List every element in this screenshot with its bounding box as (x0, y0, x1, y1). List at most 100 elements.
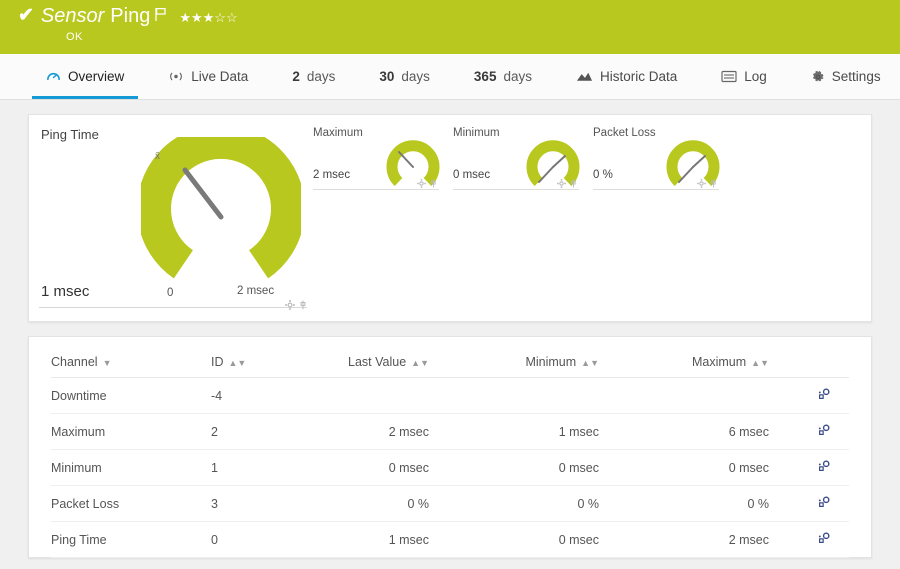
mini-gauge-maximum[interactable]: Maximum 2 msec (313, 127, 453, 193)
table-row[interactable]: Ping Time 0 1 msec 0 msec 2 msec (51, 522, 849, 558)
table-row[interactable]: Minimum 1 0 msec 0 msec 0 msec (51, 450, 849, 486)
column-header-id-label: ID (211, 355, 224, 369)
tab-30-days-value: 30 (379, 69, 394, 84)
sort-both-icon: ▲▼ (581, 358, 599, 368)
main-gauge[interactable]: x̄ (141, 137, 301, 302)
status-badge: OK (66, 31, 900, 43)
cell-maximum: 2 msec (641, 522, 811, 558)
cell-minimum: 0 % (471, 486, 641, 522)
table-row[interactable]: Downtime -4 (51, 378, 849, 414)
star-empty: ☆ (226, 10, 238, 25)
tab-historic-data-label: Historic Data (600, 69, 677, 84)
cell-id: 3 (211, 486, 311, 522)
status-check-icon: ✔ (18, 6, 34, 25)
channels-table: Channel▼ ID ▲▼ Last Value▲▼ Minimum ▲▼ Max… (51, 337, 849, 558)
tab-2-days[interactable]: 2 days (270, 54, 357, 99)
cell-last-value: 0 msec (311, 450, 471, 486)
cell-last-value: 2 msec (311, 414, 471, 450)
tab-bar: Overview Live Data 2 days 30 days 365 da… (0, 54, 900, 100)
cell-channel: Ping Time (51, 522, 211, 558)
table-row[interactable]: Packet Loss 3 0 % 0 % 0 % (51, 486, 849, 522)
cell-maximum (641, 378, 811, 414)
cell-actions[interactable] (811, 414, 849, 450)
broadcast-icon (168, 70, 184, 83)
gear-icon (811, 70, 825, 84)
sensor-rating[interactable]: ★★★☆☆ (179, 9, 237, 27)
mini-gauge-packet-loss[interactable]: Packet Loss 0 % (593, 127, 733, 193)
mean-marker-label: x̄ (155, 151, 160, 162)
sensor-type-label: Sensor (41, 6, 104, 27)
mini-gauge-packet-loss-title: Packet Loss (593, 127, 733, 139)
pin-icon[interactable] (569, 175, 578, 193)
column-header-last-value[interactable]: Last Value▲▼ (311, 337, 471, 378)
cell-id: 0 (211, 522, 311, 558)
mini-gauge-packet-loss-value: 0 % (593, 169, 613, 181)
cell-actions[interactable] (811, 450, 849, 486)
tab-historic-data[interactable]: Historic Data (554, 54, 699, 99)
cell-minimum: 1 msec (471, 414, 641, 450)
tab-30-days[interactable]: 30 days (357, 54, 452, 99)
column-header-maximum-label: Maximum (692, 355, 746, 369)
table-row[interactable]: Maximum 2 2 msec 1 msec 6 msec (51, 414, 849, 450)
tab-log[interactable]: Log (699, 54, 789, 99)
star-filled: ★ (191, 10, 203, 25)
tab-2-days-unit: days (307, 69, 336, 84)
cell-maximum: 6 msec (641, 414, 811, 450)
channel-settings-icon[interactable] (817, 462, 831, 476)
area-chart-icon (576, 70, 593, 83)
cell-channel: Packet Loss (51, 486, 211, 522)
cell-actions[interactable] (811, 486, 849, 522)
cell-id: 1 (211, 450, 311, 486)
column-header-channel-label: Channel (51, 355, 98, 369)
mini-gauge-minimum[interactable]: Minimum 0 msec (453, 127, 593, 193)
sort-both-icon: ▲▼ (229, 358, 247, 368)
cell-channel: Minimum (51, 450, 211, 486)
tab-live-data[interactable]: Live Data (146, 54, 270, 99)
column-header-channel[interactable]: Channel▼ (51, 337, 211, 378)
cell-actions[interactable] (811, 378, 849, 414)
gear-icon[interactable] (417, 175, 426, 193)
channel-settings-icon[interactable] (817, 534, 831, 548)
gear-icon[interactable] (697, 175, 706, 193)
column-header-maximum[interactable]: Maximum ▲▼ (641, 337, 811, 378)
cell-maximum: 0 msec (641, 450, 811, 486)
mini-gauge-maximum-actions (417, 175, 438, 193)
channel-settings-icon[interactable] (817, 390, 831, 404)
tab-365-days[interactable]: 365 days (452, 54, 554, 99)
main-gauge-scale-max: 2 msec (237, 285, 274, 297)
tab-30-days-unit: days (401, 69, 430, 84)
column-header-minimum[interactable]: Minimum ▲▼ (471, 337, 641, 378)
cell-id: 2 (211, 414, 311, 450)
cell-last-value: 1 msec (311, 522, 471, 558)
sort-both-icon: ▲▼ (751, 358, 769, 368)
channel-settings-icon[interactable] (817, 426, 831, 440)
main-gauge-title: Ping Time (41, 127, 99, 142)
gear-icon[interactable] (557, 175, 566, 193)
column-header-id[interactable]: ID ▲▼ (211, 337, 311, 378)
main-gauge-divider (39, 307, 307, 308)
gauge-icon (46, 69, 61, 84)
mini-gauge-minimum-title: Minimum (453, 127, 593, 139)
mini-gauge-minimum-value: 0 msec (453, 169, 490, 181)
channel-settings-icon[interactable] (817, 498, 831, 512)
main-gauge-actions (285, 297, 308, 315)
cell-minimum (471, 378, 641, 414)
mini-gauge-packet-loss-actions (697, 175, 718, 193)
sensor-header: ✔ Sensor Ping ★★★☆☆ OK (0, 0, 900, 54)
gear-icon[interactable] (285, 297, 295, 315)
tab-365-days-value: 365 (474, 69, 497, 84)
cell-maximum: 0 % (641, 486, 811, 522)
cell-actions[interactable] (811, 522, 849, 558)
cell-channel: Maximum (51, 414, 211, 450)
tab-live-data-label: Live Data (191, 69, 248, 84)
tab-settings[interactable]: Settings (789, 54, 900, 99)
flag-icon[interactable] (154, 7, 167, 27)
tab-overview[interactable]: Overview (24, 54, 146, 99)
main-gauge-value: 1 msec (41, 283, 89, 300)
cell-minimum: 0 msec (471, 522, 641, 558)
pin-icon[interactable] (429, 175, 438, 193)
log-list-icon (721, 70, 737, 83)
column-header-minimum-label: Minimum (525, 355, 576, 369)
pin-icon[interactable] (709, 175, 718, 193)
pin-icon[interactable] (298, 297, 308, 315)
